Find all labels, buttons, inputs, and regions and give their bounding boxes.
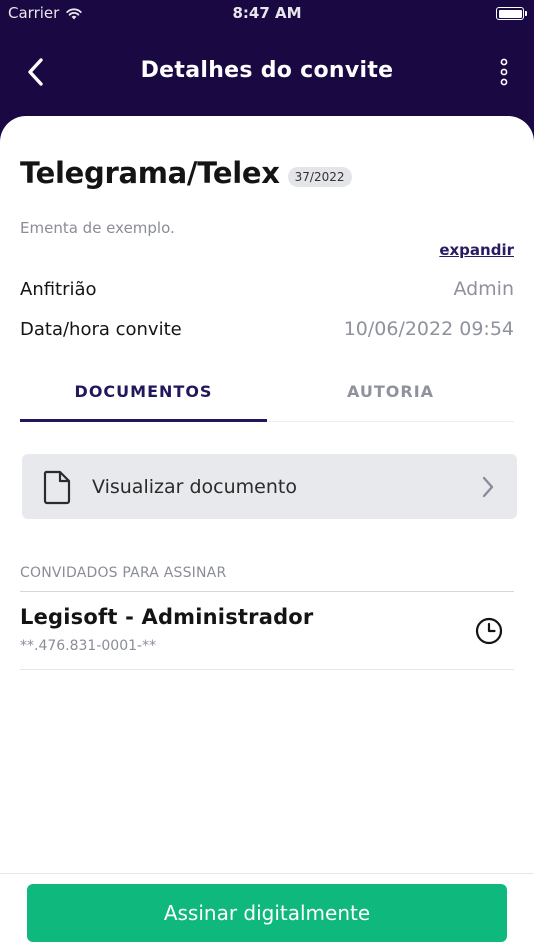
datetime-value: 10/06/2022 09:54 <box>343 318 514 340</box>
sign-digitally-button[interactable]: Assinar digitalmente <box>27 884 507 942</box>
view-document-label: Visualizar documento <box>92 475 297 498</box>
nav-bar: Detalhes do convite <box>0 38 534 104</box>
datetime-row: Data/hora convite 10/06/2022 09:54 <box>20 318 514 340</box>
more-vertical-icon <box>500 58 508 86</box>
invite-ementa: Ementa de exemplo. <box>20 219 175 237</box>
chevron-right-icon <box>477 472 499 502</box>
signer-name: Legisoft - Administrador <box>20 605 314 629</box>
invite-title-row: Telegrama/Telex 37/2022 <box>20 156 352 190</box>
status-bar: Carrier 8:47 AM <box>0 0 534 28</box>
footer: Assinar digitalmente <box>0 873 534 950</box>
status-time: 8:47 AM <box>232 4 302 22</box>
signers-section-header: CONVIDADOS PARA ASSINAR <box>20 565 227 581</box>
invite-number-badge: 37/2022 <box>287 167 352 187</box>
clock-icon <box>475 617 503 645</box>
more-options-button[interactable] <box>492 52 516 92</box>
battery-icon <box>496 7 527 20</box>
invite-title: Telegrama/Telex <box>20 156 280 190</box>
tab-autoria[interactable]: AUTORIA <box>267 364 514 422</box>
tab-documentos[interactable]: DOCUMENTOS <box>20 364 267 422</box>
page-title: Detalhes do convite <box>140 58 394 83</box>
signer-document-number: **.476.831-0001-** <box>20 638 157 654</box>
signer-list-item[interactable]: Legisoft - Administrador **.476.831-0001… <box>20 592 514 670</box>
tab-bar: DOCUMENTOS AUTORIA <box>20 364 514 422</box>
view-document-button[interactable]: Visualizar documento <box>22 454 517 519</box>
datetime-label: Data/hora convite <box>20 318 182 340</box>
content-sheet: Telegrama/Telex 37/2022 Ementa de exempl… <box>0 116 534 950</box>
host-row: Anfitrião Admin <box>20 278 514 300</box>
host-value: Admin <box>453 278 514 300</box>
document-icon <box>40 469 74 505</box>
expand-link[interactable]: expandir <box>439 241 514 259</box>
host-label: Anfitrião <box>20 278 97 300</box>
